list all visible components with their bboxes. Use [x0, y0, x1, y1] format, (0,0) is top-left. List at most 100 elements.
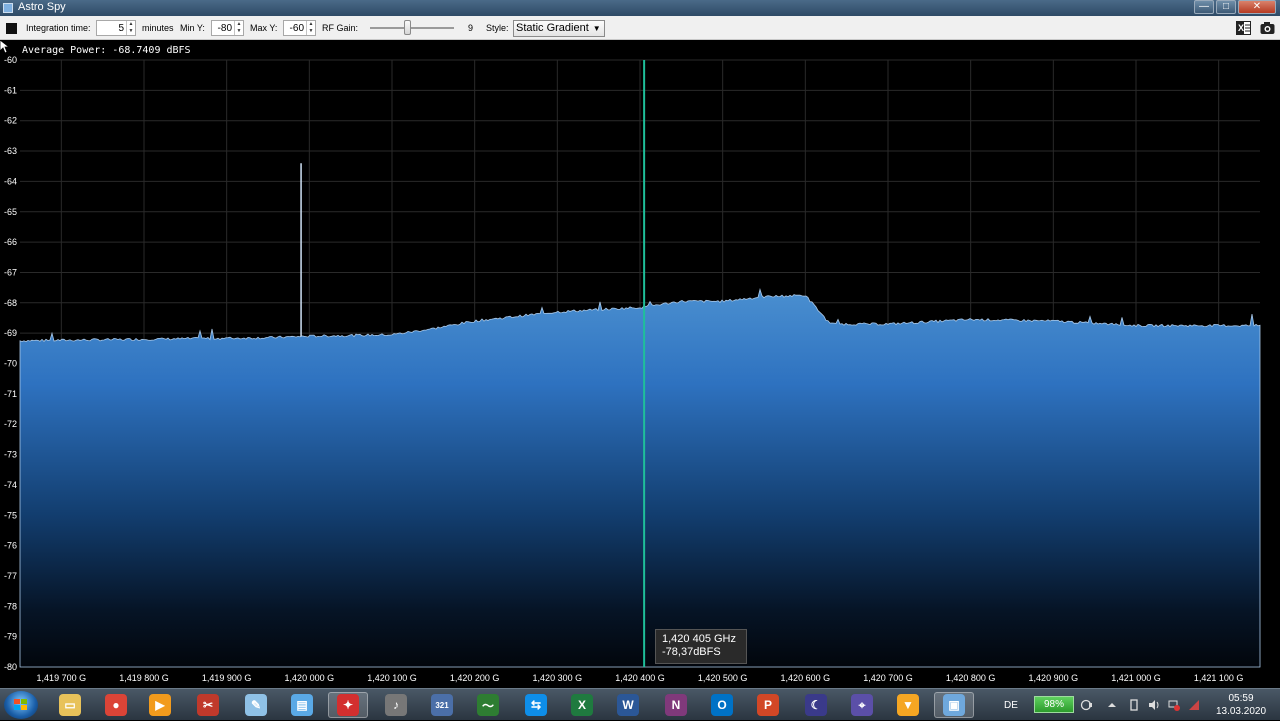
y-tick-label: -67	[4, 267, 17, 277]
word-icon: W	[617, 694, 639, 716]
file-explorer-icon: ▭	[59, 694, 81, 716]
powerpoint-icon: P	[757, 694, 779, 716]
y-tick-label: -66	[4, 237, 17, 247]
clock-time: 05:59	[1228, 693, 1254, 704]
usb-device-icon[interactable]	[1128, 699, 1140, 711]
taskbar-app-button[interactable]: ●	[96, 692, 136, 718]
excel-export-icon[interactable]: X	[1236, 21, 1251, 35]
minimize-button[interactable]: —	[1194, 0, 1214, 14]
y-tick-label: -68	[4, 298, 17, 308]
taskbar-app-button[interactable]: ⌖	[842, 692, 882, 718]
max-y-stepper[interactable]: -60 ▲ ▼	[283, 20, 316, 36]
taskbar-app-button[interactable]: ♪	[376, 692, 416, 718]
rf-gain-value: 9	[468, 23, 474, 33]
video-editor-icon: 321	[431, 694, 453, 716]
y-tick-label: -73	[4, 450, 17, 460]
language-indicator[interactable]: DE	[1004, 689, 1018, 721]
y-tick-label: -77	[4, 571, 17, 581]
spin-up-icon[interactable]: ▲	[307, 21, 315, 28]
x-tick-label: 1,421 000 G	[1111, 673, 1161, 683]
browser-icon: ▼	[897, 694, 919, 716]
taskbar-app-button[interactable]: ✎	[236, 692, 276, 718]
x-tick-label: 1,420 600 G	[781, 673, 831, 683]
camera-icon[interactable]	[1260, 21, 1275, 35]
astro-spy-icon: ✦	[337, 694, 359, 716]
x-tick-label: 1,420 500 G	[698, 673, 748, 683]
taskbar-app-button[interactable]: N	[656, 692, 696, 718]
x-tick-label: 1,419 700 G	[37, 673, 87, 683]
x-tick-label: 1,421 100 G	[1194, 673, 1244, 683]
spectrum-chart[interactable]: -60 -61 -62 -63 -64 -65 -66 -67 -68 -69 -70 -71 -72 -…	[0, 40, 1280, 688]
snipping-tool-icon: ✂	[197, 694, 219, 716]
power-plug-icon[interactable]	[1080, 699, 1092, 711]
taskbar: ▭ ● ▶ ✂ ✎ ▤ ✦ ♪ 321 〜 ⇆ X W N O P ☾ ⌖ ▼ ▣ DE 98% 05:59 13.0…	[0, 688, 1280, 720]
y-tick-label: -63	[4, 146, 17, 156]
taskbar-app-button[interactable]: 〜	[468, 692, 508, 718]
y-tick-label: -64	[4, 176, 17, 186]
taskbar-app-button[interactable]: ▼	[888, 692, 928, 718]
slider-thumb[interactable]	[404, 20, 412, 35]
stop-icon	[6, 22, 17, 34]
start-button[interactable]	[4, 691, 38, 719]
style-dropdown[interactable]: Static Gradient ▼	[513, 19, 605, 37]
spin-down-icon[interactable]: ▼	[235, 28, 243, 35]
min-y-value: -80	[217, 22, 232, 34]
x-tick-label: 1,420 100 G	[367, 673, 417, 683]
close-button[interactable]: ✕	[1238, 0, 1276, 14]
spin-up-icon[interactable]: ▲	[235, 21, 243, 28]
y-tick-label: -71	[4, 389, 17, 399]
svg-text:X: X	[1238, 23, 1244, 33]
rf-gain-slider[interactable]	[370, 16, 456, 40]
battery-indicator[interactable]: 98%	[1034, 696, 1074, 713]
y-tick-label: -80	[4, 662, 17, 672]
teamviewer-icon: ⇆	[525, 694, 547, 716]
taskbar-app-button[interactable]: ▣	[934, 692, 974, 718]
clock[interactable]: 05:59 13.03.2020	[1210, 692, 1272, 718]
spin-up-icon[interactable]: ▲	[127, 21, 135, 28]
spin-down-icon[interactable]: ▼	[127, 28, 135, 35]
monitor-app-icon: ▣	[943, 694, 965, 716]
taskbar-app-button[interactable]: X	[562, 692, 602, 718]
stellarium-icon: ☾	[805, 694, 827, 716]
integration-time-label: Integration time:	[26, 23, 91, 33]
taskbar-app-button[interactable]: ⇆	[516, 692, 556, 718]
taskbar-app-button[interactable]: ▤	[282, 692, 322, 718]
taskbar-app-button[interactable]: O	[702, 692, 742, 718]
chevron-up-icon[interactable]	[1106, 699, 1118, 711]
x-tick-label: 1,420 400 G	[615, 673, 665, 683]
y-tick-label: -75	[4, 510, 17, 520]
integration-unit-label: minutes	[142, 23, 174, 33]
spectrum-plot[interactable]: -60 -61 -62 -63 -64 -65 -66 -67 -68 -69 -70 -71 -72 -…	[0, 40, 1280, 688]
taskbar-app-button[interactable]: ✂	[188, 692, 228, 718]
taskbar-app-button[interactable]: ▭	[50, 692, 90, 718]
x-tick-label: 1,420 700 G	[863, 673, 913, 683]
taskbar-app-button[interactable]: ▶	[140, 692, 180, 718]
spectrum-area	[19, 288, 1261, 668]
onenote-icon: N	[665, 694, 687, 716]
min-y-stepper[interactable]: -80 ▲ ▼	[211, 20, 244, 36]
integration-time-stepper[interactable]: 5 ▲ ▼	[96, 20, 136, 36]
outlook-icon: O	[711, 694, 733, 716]
maximize-button[interactable]: □	[1216, 0, 1236, 14]
integration-time-value: 5	[118, 22, 124, 34]
taskbar-app-button[interactable]: 321	[422, 692, 462, 718]
taskbar-app-button[interactable]: P	[748, 692, 788, 718]
taskbar-app-button[interactable]: ✦	[328, 692, 368, 718]
slider-track	[370, 27, 454, 29]
stop-button[interactable]	[6, 16, 17, 40]
window-title: Astro Spy	[18, 1, 66, 13]
x-tick-label: 1,420 900 G	[1029, 673, 1079, 683]
volume-icon[interactable]	[1148, 699, 1160, 711]
y-tick-label: -70	[4, 359, 17, 369]
taskbar-app-button[interactable]: ☾	[796, 692, 836, 718]
max-y-label: Max Y:	[250, 23, 278, 33]
toolbar: Integration time: 5 ▲ ▼ minutes Min Y: -8…	[0, 16, 1280, 40]
spin-down-icon[interactable]: ▼	[307, 28, 315, 35]
y-tick-label: -61	[4, 85, 17, 95]
x-tick-label: 1,419 800 G	[119, 673, 169, 683]
cursor-tooltip: 1,420 405 GHz -78,37dBFS	[655, 629, 747, 664]
signal-icon[interactable]	[1188, 699, 1200, 711]
taskbar-app-button[interactable]: W	[608, 692, 648, 718]
style-label: Style:	[486, 23, 509, 33]
network-error-icon[interactable]	[1168, 699, 1180, 711]
